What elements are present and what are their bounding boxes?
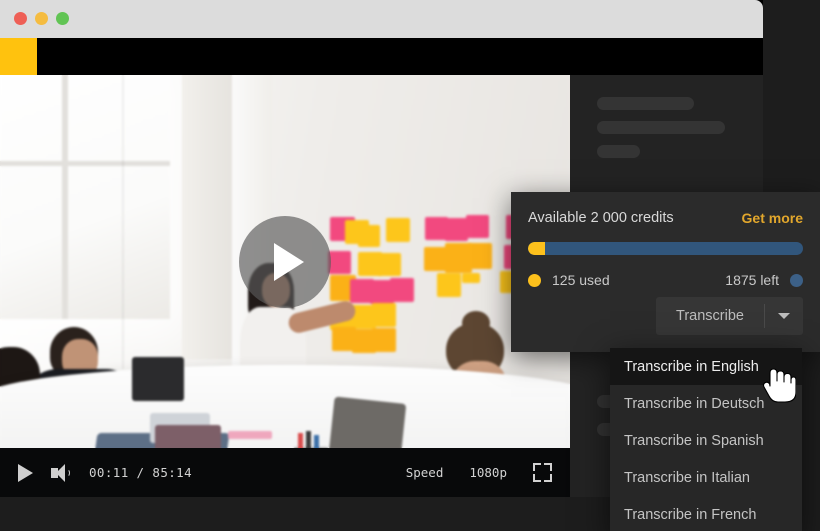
credits-panel: Available 2 000 credits Get more 125 use… xyxy=(511,192,820,352)
menu-item-transcribe-italian[interactable]: Transcribe in Italian xyxy=(610,459,802,496)
timecode-display: 00:11 / 85:14 xyxy=(89,465,193,480)
play-overlay-button[interactable] xyxy=(239,215,331,308)
credits-legend-right: 1875 left xyxy=(725,272,803,288)
skeleton-line xyxy=(597,145,640,158)
credits-progress-bar xyxy=(528,242,803,255)
transcribe-button[interactable]: Transcribe xyxy=(656,297,764,335)
play-button-icon[interactable] xyxy=(18,463,33,482)
controls-right-group: Speed 1080p xyxy=(406,463,552,482)
credits-title: Available 2 000 credits xyxy=(528,210,674,226)
skeleton-line xyxy=(597,121,725,134)
transcribe-split-button[interactable]: Transcribe xyxy=(656,297,803,335)
fullscreen-icon[interactable] xyxy=(533,463,552,482)
controls-left-group: 00:11 / 85:14 xyxy=(18,463,193,482)
app-toolbar xyxy=(0,38,763,75)
transcribe-dropdown-toggle[interactable] xyxy=(765,297,803,335)
brand-logo-icon[interactable] xyxy=(0,38,37,75)
get-more-link[interactable]: Get more xyxy=(742,210,803,226)
credits-progress-fill xyxy=(528,242,546,255)
skeleton-line xyxy=(597,97,694,110)
speed-button[interactable]: Speed xyxy=(406,465,444,480)
screenshot-root: 00:11 / 85:14 Speed 1080p Available 2 00… xyxy=(0,0,820,531)
close-window-button[interactable] xyxy=(14,12,27,25)
used-color-dot xyxy=(528,273,541,287)
video-player[interactable] xyxy=(0,75,570,448)
quality-button[interactable]: 1080p xyxy=(469,465,507,480)
credits-left-label: 1875 left xyxy=(725,272,779,288)
remaining-color-dot xyxy=(790,273,803,287)
window-titlebar xyxy=(0,0,763,38)
maximize-window-button[interactable] xyxy=(56,12,69,25)
credits-used-label: 125 used xyxy=(552,272,610,288)
menu-item-transcribe-french[interactable]: Transcribe in French xyxy=(610,496,802,531)
video-controls-bar: 00:11 / 85:14 Speed 1080p xyxy=(0,448,570,497)
play-triangle-icon xyxy=(273,242,304,281)
traffic-lights xyxy=(14,12,69,25)
volume-icon[interactable] xyxy=(51,463,71,482)
chevron-down-icon xyxy=(778,313,790,319)
mouse-cursor-pointing-hand-icon xyxy=(762,366,797,404)
menu-item-transcribe-spanish[interactable]: Transcribe in Spanish xyxy=(610,422,802,459)
credits-legend: 125 used 1875 left xyxy=(528,272,803,288)
minimize-window-button[interactable] xyxy=(35,12,48,25)
credits-header: Available 2 000 credits Get more xyxy=(528,210,803,226)
